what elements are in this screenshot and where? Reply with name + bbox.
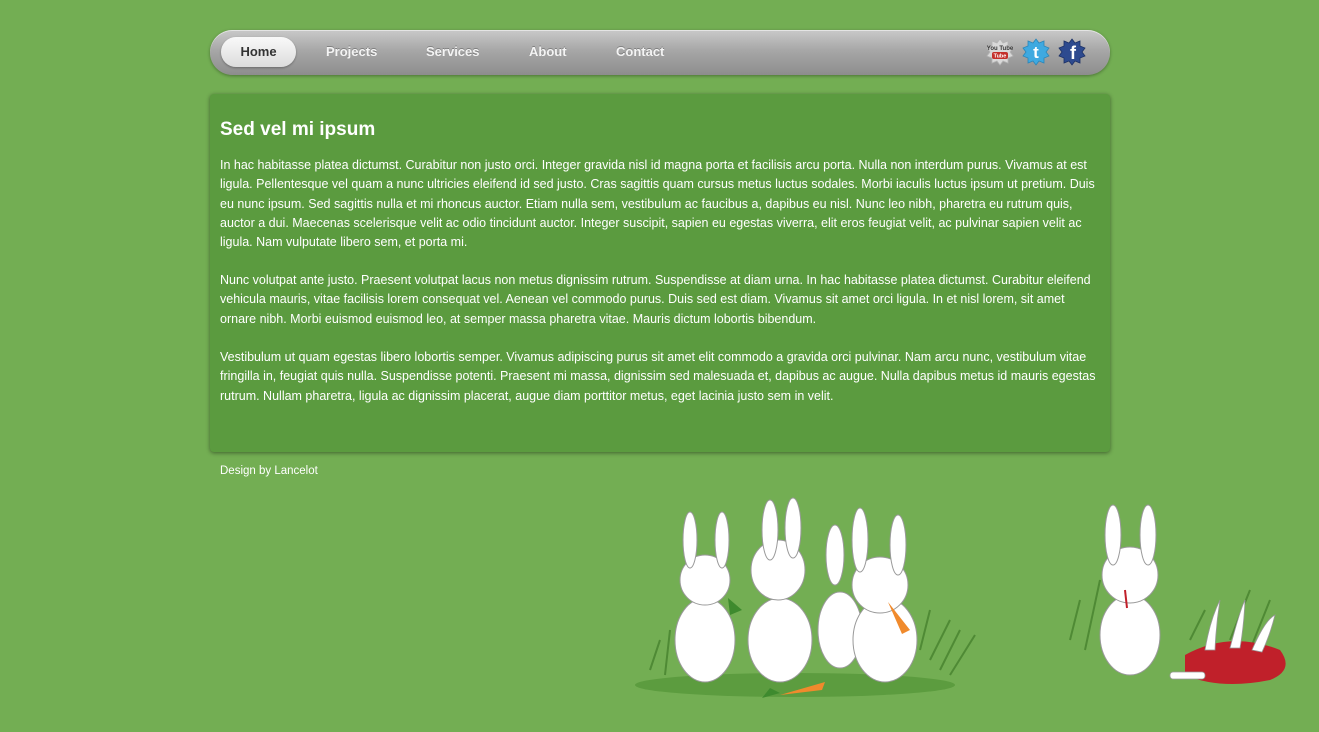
nav-item-about[interactable]: About bbox=[529, 37, 567, 67]
footer-credit: Design by Lancelot bbox=[220, 465, 318, 477]
nav-bar: Home Projects Services About Contact You… bbox=[210, 30, 1110, 75]
nav-item-projects[interactable]: Projects bbox=[326, 37, 377, 67]
remains bbox=[1169, 599, 1286, 684]
bunny-1 bbox=[674, 511, 742, 683]
twitter-icon-text: t bbox=[1033, 43, 1039, 62]
twitter-icon[interactable]: t bbox=[1022, 38, 1050, 66]
paragraph-2: Nunc volutpat ante justo. Praesent volut… bbox=[220, 273, 1091, 326]
paragraph-3: Vestibulum ut quam egestas libero lobort… bbox=[220, 350, 1096, 403]
nav-item-services[interactable]: Services bbox=[426, 37, 480, 67]
nav-item-home[interactable]: Home bbox=[221, 37, 296, 67]
page-title: Sed vel mi ipsum bbox=[220, 119, 376, 140]
bunny-2 bbox=[747, 497, 813, 683]
bunny-right bbox=[1099, 504, 1161, 676]
content-panel: Sed vel mi ipsum In hac habitasse platea… bbox=[210, 94, 1110, 452]
youtube-icon[interactable]: You Tube Tube bbox=[986, 38, 1014, 66]
youtube-icon-you-text: You Tube bbox=[987, 46, 1014, 52]
nav-item-contact[interactable]: Contact bbox=[616, 37, 664, 67]
paragraph-1: In hac habitasse platea dictumst. Curabi… bbox=[220, 158, 1095, 250]
bunnies-illustration bbox=[635, 497, 1286, 698]
facebook-icon[interactable]: f bbox=[1058, 38, 1086, 66]
facebook-icon-text: f bbox=[1070, 43, 1077, 63]
svg-text:Tube: Tube bbox=[994, 54, 1007, 60]
bunny-4 bbox=[851, 507, 918, 683]
